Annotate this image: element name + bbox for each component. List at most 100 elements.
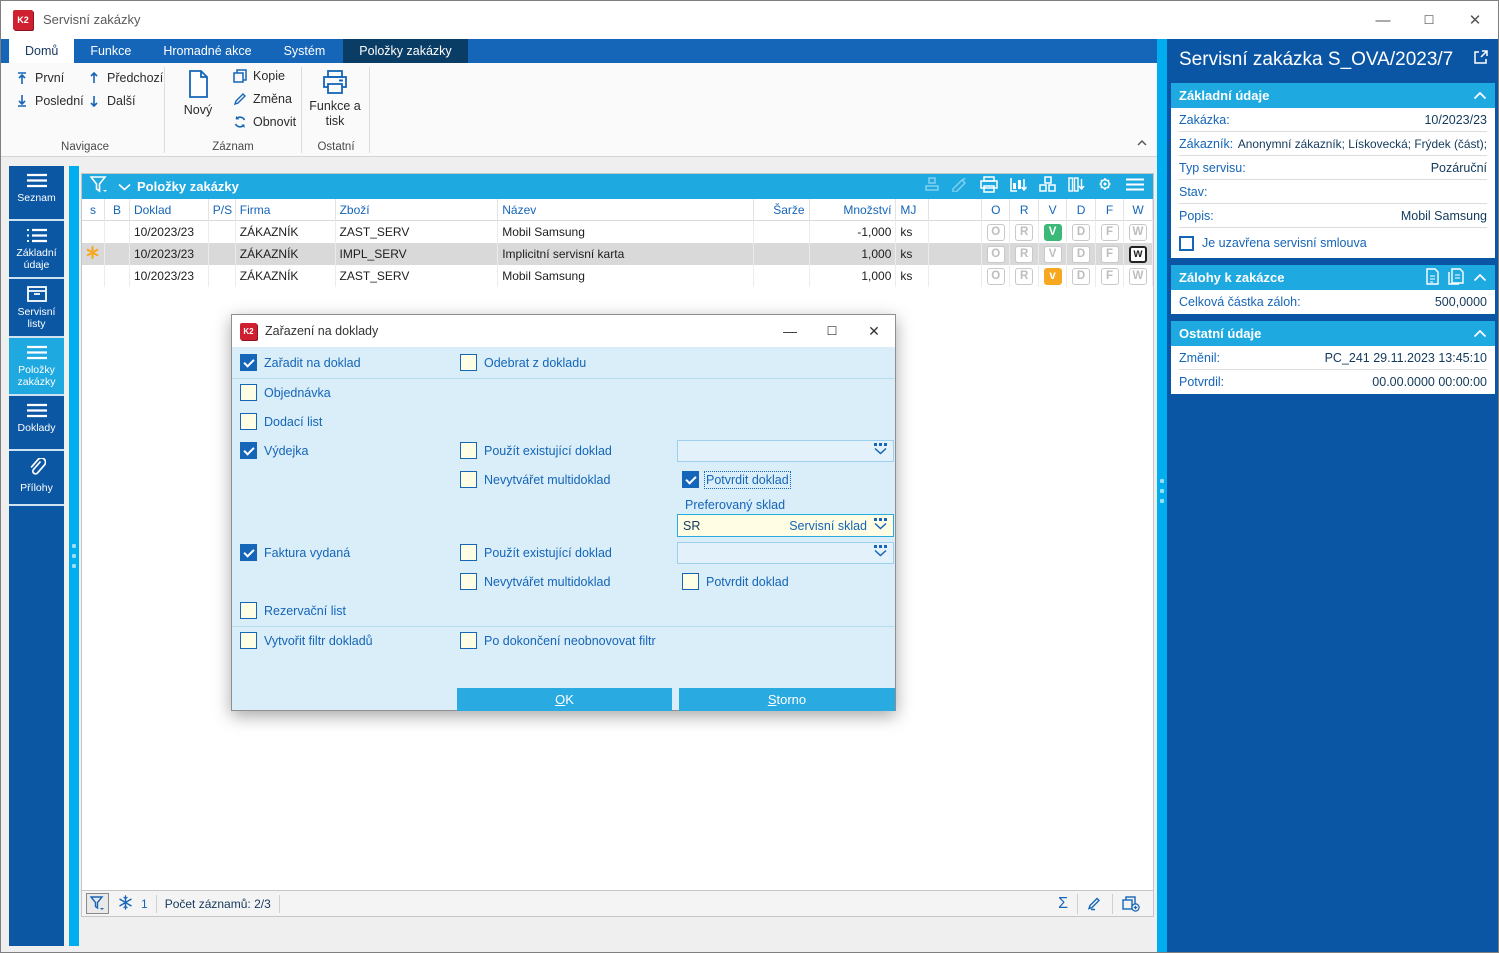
sum-button[interactable]: Σ	[1049, 894, 1077, 914]
col-v[interactable]: V	[1039, 199, 1067, 221]
edit-button[interactable]	[1077, 894, 1112, 914]
service-contract-checkbox[interactable]	[1179, 236, 1194, 251]
col-mnozstvi[interactable]: Množství	[810, 199, 897, 221]
col-ps[interactable]: P/S	[209, 199, 236, 221]
checkbox-nevytvaret-multidoklad-2[interactable]: Nevytvářet multidoklad	[460, 573, 610, 590]
chart-icon[interactable]	[1009, 176, 1028, 198]
popout-icon[interactable]	[1473, 49, 1489, 70]
sidebar-item-doklady[interactable]: Doklady	[9, 396, 64, 451]
checkbox-faktura-vydana[interactable]: Faktura vydaná	[240, 544, 350, 561]
function-print-button[interactable]: Funkce a tisk	[304, 69, 366, 129]
deposit-doc-icon[interactable]	[1425, 268, 1440, 288]
ok-button[interactable]: OK	[457, 688, 672, 711]
filter-funnel-icon[interactable]	[90, 176, 108, 198]
col-doklad[interactable]: Doklad	[130, 199, 209, 221]
print-icon[interactable]	[979, 176, 999, 198]
checkbox-objednavka[interactable]: Objednávka	[240, 384, 331, 401]
col-d[interactable]: D	[1067, 199, 1096, 221]
status-badge-r: R	[1015, 224, 1033, 241]
left-splitter[interactable]	[69, 166, 79, 946]
col-w[interactable]: W	[1124, 199, 1153, 221]
dialog-close-button[interactable]: ✕	[853, 315, 895, 347]
close-button[interactable]: ✕	[1452, 1, 1498, 39]
maximize-button[interactable]: ☐	[1406, 1, 1452, 39]
status-badge-v: v	[1044, 268, 1062, 285]
dialog-maximize-button[interactable]: ☐	[811, 315, 853, 347]
sidebar-item-prilohy[interactable]: Přílohy	[9, 451, 64, 506]
group-label-ostatni: Ostatní	[304, 141, 368, 153]
col-o[interactable]: O	[982, 199, 1010, 221]
next-button[interactable]: Další	[87, 94, 135, 108]
tab-hromadne-akce[interactable]: Hromadné akce	[147, 39, 267, 63]
table-row-selected[interactable]: 10/2023/23 ZÁKAZNÍK IMPL_SERV Implicitní…	[82, 243, 1153, 265]
col-b[interactable]: B	[105, 199, 130, 221]
table-row[interactable]: 10/2023/23 ZÁKAZNÍK ZAST_SERV Mobil Sams…	[82, 265, 1153, 287]
collapse-chevron-icon[interactable]	[1473, 88, 1487, 103]
checkbox-nevytvaret-multidoklad-1[interactable]: Nevytvářet multidoklad	[460, 471, 610, 488]
detail-row: Změnil:PC_241 29.11.2023 13:45:10	[1179, 346, 1487, 370]
last-button[interactable]: Poslední	[15, 94, 84, 108]
existing-document-dropdown-2[interactable]	[677, 542, 894, 564]
checkbox-potvrdit-doklad-1[interactable]: Potvrdit doklad	[682, 471, 789, 488]
tab-system[interactable]: Systém	[268, 39, 342, 63]
checkbox-po-dokonceni-neobnovovat-filtr[interactable]: Po dokončení neobnovovat filtr	[460, 632, 656, 649]
tab-domu[interactable]: Domů	[9, 39, 74, 63]
storno-button[interactable]: Storno	[679, 688, 895, 711]
checkbox-pouzit-existujici-doklad-1[interactable]: Použít existující doklad	[460, 442, 612, 459]
dialog-zarazeni-na-doklady: K2 Zařazení na doklady — ☐ ✕ Zařadit na …	[231, 314, 896, 711]
table-row[interactable]: 10/2023/23 ZÁKAZNÍK ZAST_SERV Mobil Sams…	[82, 221, 1153, 243]
group-label-navigace: Navigace	[15, 141, 155, 153]
refresh-button[interactable]: Obnovit	[233, 115, 296, 129]
copy-button[interactable]: Kopie	[233, 69, 285, 83]
col-mj[interactable]: MJ	[896, 199, 929, 221]
checkbox-zaradit-na-doklad[interactable]: Zařadit na doklad	[240, 354, 361, 371]
sidebar-item-servisni-listy[interactable]: Servisní listy	[9, 279, 64, 338]
col-s[interactable]: s	[82, 199, 105, 221]
ribbon: První Předchozí Poslední Další Navigace …	[1, 63, 1158, 157]
checkbox-pouzit-existujici-doklad-2[interactable]: Použít existující doklad	[460, 544, 612, 561]
sidebar-item-seznam[interactable]: Seznam	[9, 166, 64, 221]
chevron-down-icon[interactable]	[118, 178, 131, 196]
sidebar-item-polozky-zakazky[interactable]: Položky zakázky	[9, 338, 64, 396]
new-button[interactable]: Nový	[167, 69, 229, 117]
deposit-docs-icon[interactable]	[1448, 268, 1465, 288]
dialog-minimize-button[interactable]: —	[769, 315, 811, 347]
checkbox-potvrdit-doklad-2[interactable]: Potvrdit doklad	[682, 573, 789, 590]
checkbox-rezervacni-list[interactable]: Rezervační list	[240, 602, 346, 619]
cubes-icon[interactable]	[1038, 176, 1057, 198]
first-button[interactable]: První	[15, 71, 64, 85]
col-zbozi[interactable]: Zboží	[336, 199, 499, 221]
existing-document-dropdown-1[interactable]	[677, 440, 894, 462]
checkbox-dodaci-list[interactable]: Dodací list	[240, 413, 322, 430]
filter-toggle-button[interactable]	[86, 893, 109, 914]
change-button[interactable]: Změna	[233, 92, 292, 106]
copy-add-button[interactable]	[1112, 894, 1149, 914]
columns-icon[interactable]	[1067, 176, 1086, 198]
collapse-chevron-icon[interactable]	[1473, 270, 1487, 285]
tab-funkce[interactable]: Funkce	[74, 39, 147, 63]
checkbox-odebrat-z-dokladu[interactable]: Odebrat z dokladu	[460, 354, 586, 371]
menu-icon[interactable]	[1125, 178, 1145, 196]
tab-polozky-zakazky[interactable]: Položky zakázky	[343, 39, 467, 63]
snowflake-icon[interactable]	[118, 895, 133, 913]
minimize-button[interactable]: —	[1360, 1, 1406, 39]
checkbox-vydejka[interactable]: Výdejka	[240, 442, 308, 459]
settings-gear-icon[interactable]	[1096, 176, 1115, 198]
ribbon-collapse-chevron[interactable]	[1136, 134, 1148, 152]
preferred-store-field[interactable]: SR Servisní sklad	[677, 514, 894, 537]
col-r[interactable]: R	[1010, 199, 1039, 221]
previous-button[interactable]: Předchozí	[87, 71, 163, 85]
right-splitter[interactable]	[1157, 39, 1167, 953]
ribbon-tabstrip: Domů Funkce Hromadné akce Systém Položky…	[1, 39, 1158, 63]
dropdown-icon	[873, 442, 888, 460]
col-f[interactable]: F	[1096, 199, 1124, 221]
sidebar-item-zakladni-udaje[interactable]: Základní údaje	[9, 221, 64, 279]
col-sarze[interactable]: Šarže	[754, 199, 810, 221]
collapse-chevron-icon[interactable]	[1473, 326, 1487, 341]
stamp-icon	[923, 176, 941, 197]
col-firma[interactable]: Firma	[236, 199, 336, 221]
window-title: Servisní zakázky	[43, 12, 141, 27]
col-nazev[interactable]: Název	[498, 199, 753, 221]
detail-list-icon	[26, 228, 48, 243]
checkbox-vytvorit-filtr-dokladu[interactable]: Vytvořit filtr dokladů	[240, 632, 373, 649]
